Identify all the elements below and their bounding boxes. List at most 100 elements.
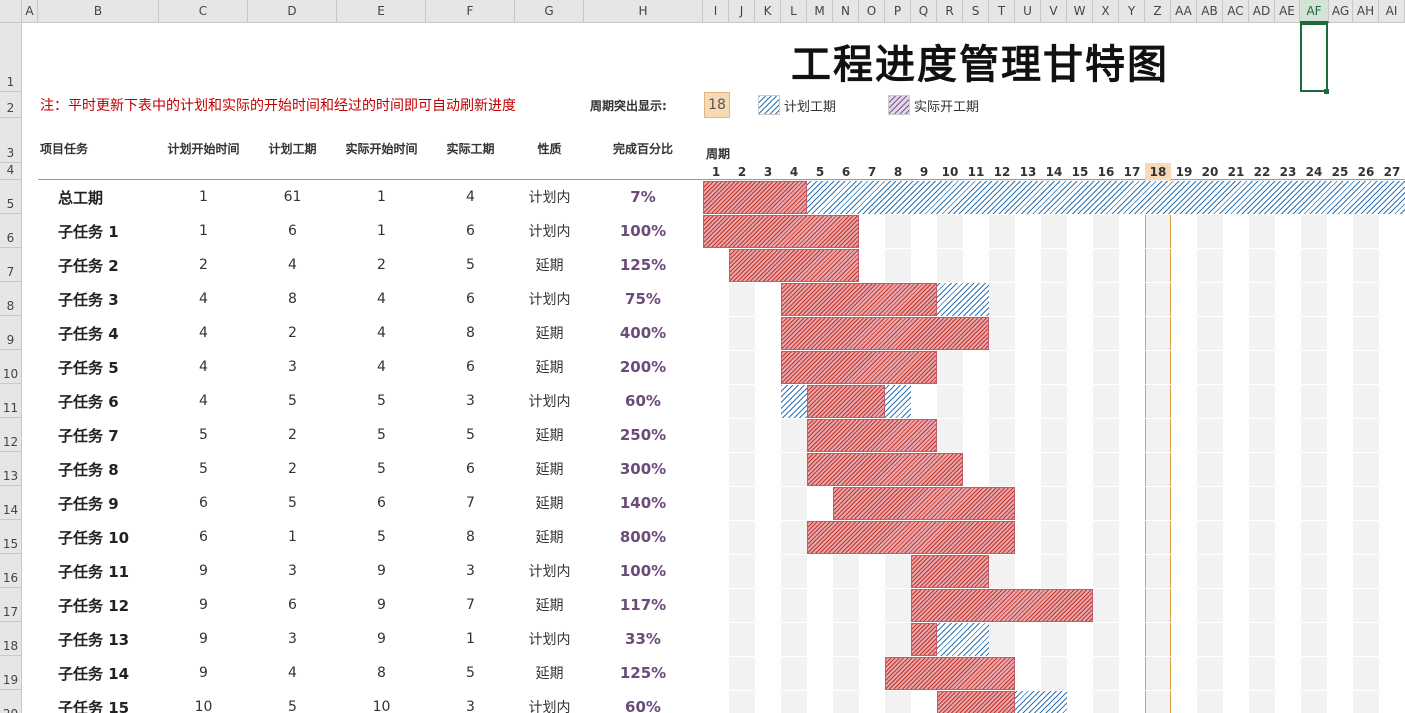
row-header-13[interactable]: 13 <box>0 452 22 486</box>
row-header-4[interactable]: 4 <box>0 163 22 180</box>
actual-duration[interactable]: 6 <box>426 282 515 316</box>
actual-duration[interactable]: 3 <box>426 690 515 713</box>
actual-start[interactable]: 4 <box>337 282 426 316</box>
column-header-k[interactable]: K <box>755 0 781 23</box>
actual-duration[interactable]: 1 <box>426 622 515 656</box>
nature[interactable]: 延期 <box>515 656 584 690</box>
plan-start[interactable]: 5 <box>159 452 248 486</box>
column-header-ac[interactable]: AC <box>1223 0 1249 23</box>
plan-duration[interactable]: 3 <box>248 622 337 656</box>
nature[interactable]: 计划内 <box>515 384 584 418</box>
actual-duration[interactable]: 5 <box>426 656 515 690</box>
plan-start[interactable]: 1 <box>159 180 248 214</box>
select-all-corner[interactable] <box>0 0 22 23</box>
actual-duration[interactable]: 8 <box>426 316 515 350</box>
task-name[interactable]: 子任务 13 <box>38 622 159 656</box>
row-header-6[interactable]: 6 <box>0 214 22 248</box>
column-header-af[interactable]: AF <box>1300 0 1329 23</box>
actual-start[interactable]: 9 <box>337 554 426 588</box>
actual-start[interactable]: 5 <box>337 452 426 486</box>
plan-start[interactable]: 9 <box>159 656 248 690</box>
nature[interactable]: 延期 <box>515 316 584 350</box>
task-name[interactable]: 子任务 3 <box>38 282 159 316</box>
nature[interactable]: 计划内 <box>515 622 584 656</box>
plan-start[interactable]: 6 <box>159 520 248 554</box>
actual-duration[interactable]: 6 <box>426 452 515 486</box>
task-name[interactable]: 子任务 12 <box>38 588 159 622</box>
column-header-e[interactable]: E <box>337 0 426 23</box>
nature[interactable]: 计划内 <box>515 690 584 713</box>
plan-start[interactable]: 9 <box>159 554 248 588</box>
nature[interactable]: 计划内 <box>515 554 584 588</box>
column-header-w[interactable]: W <box>1067 0 1093 23</box>
nature[interactable]: 延期 <box>515 520 584 554</box>
column-header-l[interactable]: L <box>781 0 807 23</box>
column-header-ad[interactable]: AD <box>1249 0 1275 23</box>
plan-duration[interactable]: 5 <box>248 690 337 713</box>
nature[interactable]: 延期 <box>515 588 584 622</box>
percent[interactable]: 100% <box>600 554 686 588</box>
row-header-15[interactable]: 15 <box>0 520 22 554</box>
actual-duration[interactable]: 7 <box>426 588 515 622</box>
row-header-5[interactable]: 5 <box>0 180 22 214</box>
column-header-x[interactable]: X <box>1093 0 1119 23</box>
column-header-d[interactable]: D <box>248 0 337 23</box>
column-header-ag[interactable]: AG <box>1329 0 1353 23</box>
actual-start[interactable]: 2 <box>337 248 426 282</box>
nature[interactable]: 计划内 <box>515 282 584 316</box>
row-header-16[interactable]: 16 <box>0 554 22 588</box>
actual-duration[interactable]: 3 <box>426 384 515 418</box>
task-name[interactable]: 子任务 8 <box>38 452 159 486</box>
actual-start[interactable]: 5 <box>337 384 426 418</box>
column-header-t[interactable]: T <box>989 0 1015 23</box>
actual-start[interactable]: 4 <box>337 316 426 350</box>
row-header-7[interactable]: 7 <box>0 248 22 282</box>
plan-start[interactable]: 6 <box>159 486 248 520</box>
nature[interactable]: 延期 <box>515 486 584 520</box>
selected-cell[interactable] <box>1300 23 1328 92</box>
percent[interactable]: 7% <box>600 180 686 214</box>
plan-duration[interactable]: 2 <box>248 418 337 452</box>
nature[interactable]: 延期 <box>515 452 584 486</box>
task-name[interactable]: 子任务 9 <box>38 486 159 520</box>
row-header-12[interactable]: 12 <box>0 418 22 452</box>
plan-duration[interactable]: 4 <box>248 248 337 282</box>
plan-duration[interactable]: 3 <box>248 554 337 588</box>
actual-duration[interactable]: 8 <box>426 520 515 554</box>
plan-duration[interactable]: 4 <box>248 656 337 690</box>
plan-duration[interactable]: 5 <box>248 384 337 418</box>
actual-duration[interactable]: 7 <box>426 486 515 520</box>
task-name[interactable]: 子任务 4 <box>38 316 159 350</box>
column-header-p[interactable]: P <box>885 0 911 23</box>
actual-duration[interactable]: 4 <box>426 180 515 214</box>
row-header-11[interactable]: 11 <box>0 384 22 418</box>
percent[interactable]: 300% <box>600 452 686 486</box>
row-header-2[interactable]: 2 <box>0 92 22 118</box>
actual-start[interactable]: 10 <box>337 690 426 713</box>
plan-duration[interactable]: 61 <box>248 180 337 214</box>
percent[interactable]: 100% <box>600 214 686 248</box>
column-header-q[interactable]: Q <box>911 0 937 23</box>
plan-duration[interactable]: 5 <box>248 486 337 520</box>
plan-duration[interactable]: 2 <box>248 452 337 486</box>
nature[interactable]: 延期 <box>515 248 584 282</box>
plan-duration[interactable]: 6 <box>248 588 337 622</box>
row-header-19[interactable]: 19 <box>0 656 22 690</box>
task-name[interactable]: 子任务 11 <box>38 554 159 588</box>
plan-duration[interactable]: 6 <box>248 214 337 248</box>
column-header-r[interactable]: R <box>937 0 963 23</box>
row-header-1[interactable]: 1 <box>0 23 22 92</box>
plan-start[interactable]: 9 <box>159 622 248 656</box>
percent[interactable]: 125% <box>600 656 686 690</box>
task-name[interactable]: 子任务 5 <box>38 350 159 384</box>
actual-start[interactable]: 8 <box>337 656 426 690</box>
plan-start[interactable]: 2 <box>159 248 248 282</box>
task-name[interactable]: 子任务 14 <box>38 656 159 690</box>
column-header-a[interactable]: A <box>22 0 38 23</box>
fill-handle[interactable] <box>1324 89 1329 94</box>
percent[interactable]: 60% <box>600 690 686 713</box>
percent[interactable]: 75% <box>600 282 686 316</box>
task-name[interactable]: 子任务 6 <box>38 384 159 418</box>
column-header-ae[interactable]: AE <box>1275 0 1300 23</box>
column-header-ab[interactable]: AB <box>1197 0 1223 23</box>
